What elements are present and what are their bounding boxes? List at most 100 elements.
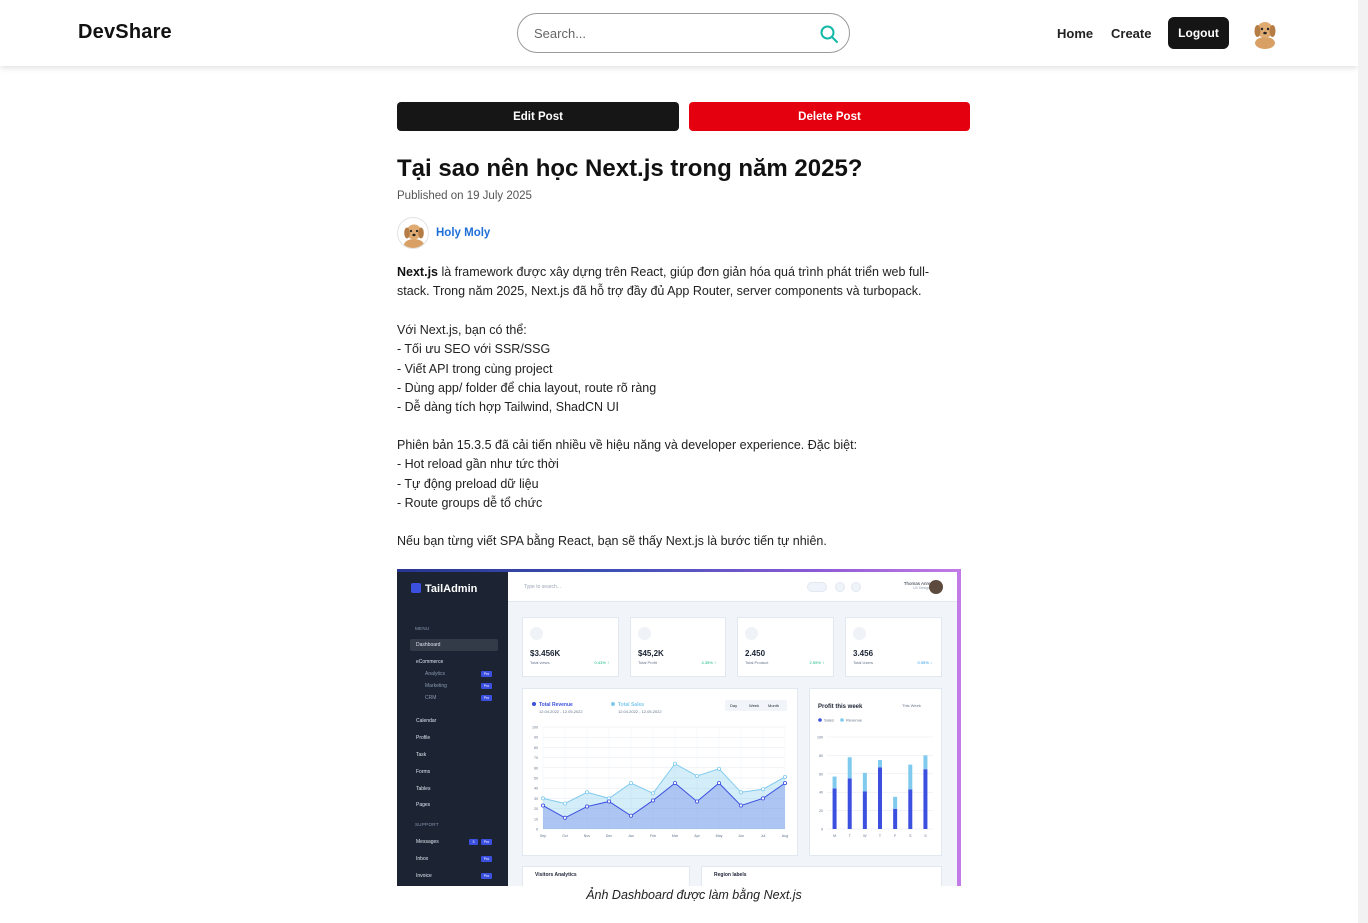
x-tick-label: M xyxy=(833,834,836,838)
ta-bottom-card: Visitors Analytics xyxy=(522,866,690,886)
ta-menu-item: Inbox xyxy=(416,856,429,862)
ta-menu-item: Messages xyxy=(416,839,439,845)
data-point xyxy=(563,801,568,806)
range-tab: Month xyxy=(768,703,779,708)
bottom-card-title: Region labels xyxy=(714,872,747,878)
range-tab: Day xyxy=(730,703,737,708)
y-tick-label: 60 xyxy=(534,766,538,770)
x-tick-label: S xyxy=(924,834,927,838)
x-tick-label: Apr xyxy=(694,834,700,838)
author-avatar[interactable] xyxy=(397,217,429,249)
card-label: Total views xyxy=(530,660,550,665)
ta-pro-badge: Pro xyxy=(481,695,492,701)
bar-sales xyxy=(878,767,882,829)
legend-label: Sales xyxy=(824,718,834,723)
card-pct: 2.59% ↑ xyxy=(809,660,824,665)
intro-bold: Next.js xyxy=(397,265,438,279)
data-point xyxy=(672,781,677,786)
x-tick-label: F xyxy=(894,834,897,838)
ta-pro-badge: Pro xyxy=(481,839,492,845)
list-item: - Hot reload gần như tức thời xyxy=(397,457,559,472)
post-benefits: Với Next.js, bạn có thể: - Tối ưu SEO vớ… xyxy=(397,321,957,417)
image-caption: Ảnh Dashboard được làm bằng Next.js xyxy=(586,888,802,902)
author-name-link[interactable]: Holy Moly xyxy=(436,227,490,239)
ta-menu-item: Forms xyxy=(416,769,431,775)
ta-stat-card: $45,2K Total Profit 4.35% ↑ xyxy=(630,617,726,677)
ta-bell-icon xyxy=(835,582,845,592)
ta-pro-badge: Pro xyxy=(481,873,492,879)
ta-menu-label: MENU xyxy=(415,626,430,631)
card-pct: 4.35% ↑ xyxy=(701,660,716,665)
data-point xyxy=(738,803,743,808)
legend-dot xyxy=(532,702,536,706)
nav-home-link[interactable]: Home xyxy=(1057,26,1093,41)
scrollbar[interactable] xyxy=(1358,0,1368,923)
dog-avatar-icon xyxy=(404,224,424,248)
ta-count-badge: 3 xyxy=(469,839,478,845)
bar-revenue xyxy=(847,757,852,779)
dashboard-screenshot: TailAdmin MENU Dashboard eCommerce Analy… xyxy=(397,572,957,886)
list-item: - Tối ưu SEO với SSR/SSG xyxy=(397,342,551,357)
data-point xyxy=(629,781,634,786)
card-pct: 0.95% ↓ xyxy=(917,660,932,665)
ta-sidebar: TailAdmin MENU Dashboard eCommerce Analy… xyxy=(397,572,508,886)
edit-post-button[interactable]: Edit Post xyxy=(397,102,679,131)
bar-revenue xyxy=(878,760,882,768)
bar-sales xyxy=(893,808,898,829)
ta-support-label: SUPPORT xyxy=(415,822,439,827)
x-tick-label: Sep xyxy=(540,834,546,838)
data-point xyxy=(716,781,721,786)
x-tick-label: Mar xyxy=(672,834,679,838)
search-icon[interactable] xyxy=(819,24,839,44)
data-point xyxy=(694,773,699,778)
bar-sales xyxy=(832,788,837,829)
delete-post-button[interactable]: Delete Post xyxy=(689,102,970,131)
ta-logo-icon xyxy=(411,583,421,593)
x-tick-label: May xyxy=(716,834,723,838)
data-point xyxy=(563,815,568,820)
legend-range: 12.04.2022 - 12.05.2022 xyxy=(539,709,583,714)
ta-menu-item: Analytics xyxy=(425,671,446,677)
data-point xyxy=(738,790,743,795)
y-tick-label: 80 xyxy=(534,746,538,750)
legend-label: Revenue xyxy=(846,718,863,723)
y-tick-label: 40 xyxy=(534,787,538,791)
search-box[interactable] xyxy=(517,13,850,53)
legend-dot xyxy=(840,718,844,722)
y-tick-label: 0 xyxy=(821,828,823,832)
y-tick-label: 10 xyxy=(534,817,538,821)
bar-sales xyxy=(923,769,928,829)
data-point xyxy=(760,787,765,792)
user-avatar-dog-icon[interactable] xyxy=(1250,17,1280,49)
ta-profit-card: Profit this week This Week Sales Revenue 0 20… xyxy=(809,688,942,856)
list-item: - Dễ dàng tích hợp Tailwind, ShadCN UI xyxy=(397,400,619,415)
post-title: Tại sao nên học Next.js trong năm 2025? xyxy=(397,155,863,182)
ta-toggle-icon xyxy=(807,582,827,592)
post-intro: Next.js là framework được xây dựng trên … xyxy=(397,263,957,302)
x-tick-label: Feb xyxy=(650,834,656,838)
data-point xyxy=(585,790,590,795)
bag-icon xyxy=(745,627,758,640)
brand-logo[interactable]: DevShare xyxy=(78,21,172,44)
legend-label: Total Revenue xyxy=(539,702,573,708)
ta-menu-item: eCommerce xyxy=(416,659,444,665)
ta-pro-badge: Pro xyxy=(481,671,492,677)
data-point xyxy=(540,803,545,808)
cart-icon xyxy=(638,627,651,640)
search-input[interactable] xyxy=(534,23,814,43)
card-pct: 0.43% ↑ xyxy=(594,660,609,665)
legend-dot xyxy=(818,718,822,722)
ta-menu-item: CRM xyxy=(425,695,437,701)
card-value: $45,2K xyxy=(638,649,664,658)
ta-menu-item: Profile xyxy=(416,735,431,741)
y-tick-label: 50 xyxy=(534,777,538,781)
bar-revenue xyxy=(923,755,928,770)
logout-button[interactable]: Logout xyxy=(1168,17,1229,49)
bar-sales xyxy=(908,789,913,829)
ta-revenue-card: Total Revenue 12.04.2022 - 12.05.2022 Tota… xyxy=(522,688,798,856)
bar-revenue xyxy=(908,764,913,790)
published-date: Published on 19 July 2025 xyxy=(397,190,532,202)
y-tick-label: 60 xyxy=(819,772,823,776)
x-tick-label: Jan xyxy=(628,834,634,838)
nav-create-link[interactable]: Create xyxy=(1111,26,1151,41)
